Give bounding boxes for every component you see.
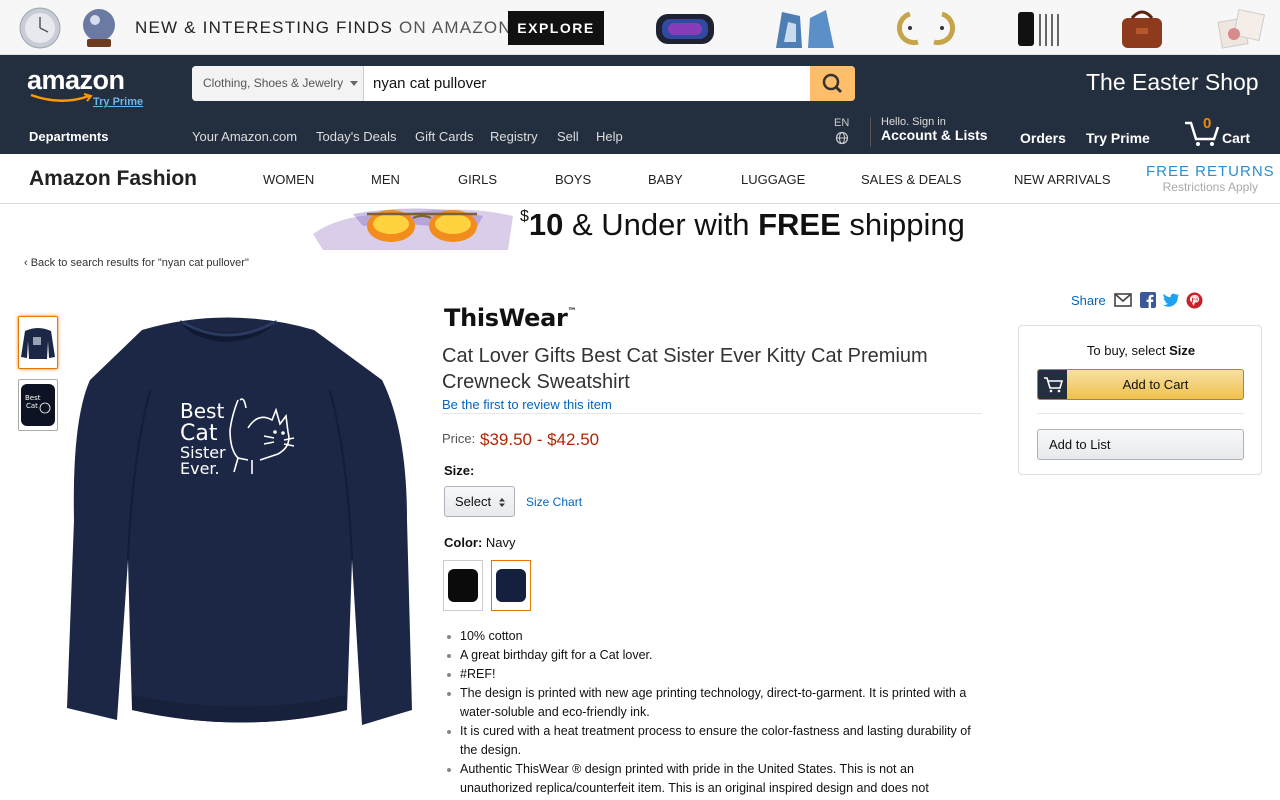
- easter-shop-banner[interactable]: The Easter Shop: [1086, 69, 1259, 96]
- fashion-link-boys[interactable]: BOYS: [555, 172, 591, 187]
- promo-tagline: NEW & INTERESTING FINDS ON AMAZON: [135, 18, 512, 37]
- feature-bullet: Authentic ThisWear ® design printed with…: [446, 760, 976, 798]
- cart-button[interactable]: 0 Cart: [1184, 115, 1254, 149]
- nav-link-registry[interactable]: Registry: [490, 129, 538, 144]
- fashion-link-sales-deals[interactable]: SALES & DEALS: [861, 172, 961, 187]
- cart-label: Cart: [1222, 130, 1251, 146]
- deal-banner-text: $10 & Under with FREE shipping: [520, 207, 965, 242]
- size-chart-link[interactable]: Size Chart: [526, 495, 582, 509]
- nav-link-todays-deals[interactable]: Today's Deals: [316, 129, 397, 144]
- globe-icon: [835, 131, 848, 145]
- email-icon[interactable]: [1114, 293, 1132, 307]
- share-link[interactable]: Share: [1071, 293, 1106, 308]
- first-review-link[interactable]: Be the first to review this item: [442, 397, 612, 412]
- pinterest-icon[interactable]: [1186, 292, 1203, 309]
- nav-link-gift-cards[interactable]: Gift Cards: [415, 129, 474, 144]
- account-lists-label: Account & Lists: [881, 127, 988, 143]
- orders-link[interactable]: Orders: [1020, 130, 1066, 146]
- fashion-link-men[interactable]: MEN: [371, 172, 400, 187]
- free-returns-badge[interactable]: FREE RETURNS Restrictions Apply: [1146, 163, 1274, 194]
- fashion-link-women[interactable]: WOMEN: [263, 172, 314, 187]
- feature-bullet: The design is printed with new age print…: [446, 684, 976, 722]
- sunglasses-banner-image: [313, 208, 513, 250]
- snow-globe-thumbnail[interactable]: [77, 6, 121, 50]
- ten-and-under-banner[interactable]: $10 & Under with FREE shipping: [313, 204, 965, 252]
- smile-arrow-icon: [30, 93, 93, 102]
- color-swatch-navy[interactable]: [491, 560, 531, 611]
- product-thumbnail-1[interactable]: [18, 316, 58, 369]
- add-to-list-button[interactable]: Add to List: [1037, 429, 1244, 460]
- price-value: $39.50 - $42.50: [480, 430, 600, 449]
- speaker-thumbnail[interactable]: [654, 6, 716, 50]
- twitter-icon[interactable]: [1162, 292, 1180, 308]
- nav-link-help[interactable]: Help: [596, 129, 623, 144]
- feature-bullets: 10% cotton A great birthday gift for a C…: [446, 627, 976, 798]
- buy-box: To buy, select Size Add to Cart Add to L…: [1018, 325, 1262, 475]
- globe-clock-thumbnail[interactable]: [18, 6, 62, 50]
- language-selector[interactable]: EN: [834, 117, 849, 148]
- tool-kit-thumbnail[interactable]: [1014, 6, 1070, 50]
- select-arrows-icon: [499, 498, 505, 507]
- explore-button[interactable]: EXPLORE: [508, 11, 604, 45]
- fashion-link-luggage[interactable]: LUGGAGE: [741, 172, 805, 187]
- size-select-dropdown[interactable]: Select: [444, 486, 515, 517]
- search-submit-button[interactable]: [810, 66, 855, 101]
- search-bar: Clothing, Shoes & Jewelry: [192, 66, 855, 101]
- nav-link-sell[interactable]: Sell: [557, 129, 579, 144]
- caret-down-icon: [350, 81, 359, 87]
- buy-box-divider: [1037, 413, 1244, 414]
- add-to-cart-button[interactable]: Add to Cart: [1037, 369, 1244, 400]
- fashion-subnav: Amazon Fashion WOMEN MEN GIRLS BOYS BABY…: [0, 154, 1280, 204]
- leather-bag-thumbnail[interactable]: [1118, 6, 1166, 50]
- departments-menu[interactable]: Departments: [29, 129, 108, 144]
- search-category-dropdown[interactable]: Clothing, Shoes & Jewelry: [192, 66, 364, 101]
- color-swatch-black[interactable]: [443, 560, 483, 611]
- cart-count: 0: [1203, 115, 1212, 132]
- earrings-thumbnail[interactable]: [888, 6, 964, 50]
- feature-bullet: 10% cotton: [446, 627, 976, 646]
- main-product-image[interactable]: Best Cat Sister Ever.: [62, 300, 422, 740]
- buy-hint: To buy, select Size: [1086, 343, 1196, 358]
- coasters-thumbnail[interactable]: [1216, 6, 1266, 50]
- product-title: Cat Lover Gifts Best Cat Sister Ever Kit…: [442, 345, 928, 393]
- price-label: Price:: [442, 431, 476, 446]
- fashion-link-girls[interactable]: GIRLS: [458, 172, 497, 187]
- account-lists-menu[interactable]: Hello. Sign in Account & Lists: [881, 116, 988, 143]
- amazon-fashion-title[interactable]: Amazon Fashion: [29, 167, 197, 191]
- crystal-bookends-thumbnail[interactable]: [770, 6, 840, 50]
- cart-button-icon: [1038, 370, 1067, 399]
- brand-logo[interactable]: ThisWear™: [444, 304, 576, 332]
- search-input[interactable]: [364, 66, 810, 101]
- svg-text:Best: Best: [25, 394, 41, 402]
- feature-bullet: #REF!: [446, 665, 976, 684]
- search-icon: [822, 73, 842, 93]
- facebook-icon[interactable]: [1140, 292, 1156, 308]
- nav-link-your-amazon[interactable]: Your Amazon.com: [192, 129, 297, 144]
- try-prime-link[interactable]: Try Prime: [1086, 130, 1150, 146]
- navy-sweatshirt-image: Best Cat Sister Ever.: [67, 317, 412, 725]
- print-line-4: Ever.: [180, 459, 220, 478]
- fashion-link-new-arrivals[interactable]: NEW ARRIVALS: [1014, 172, 1111, 187]
- add-to-cart-label: Add to Cart: [1122, 377, 1189, 392]
- feature-bullet: A great birthday gift for a Cat lover.: [446, 646, 976, 665]
- product-thumbnail-2[interactable]: Best Cat: [18, 379, 58, 431]
- feature-bullet: It is cured with a heat treatment proces…: [446, 722, 976, 760]
- color-label: Color: Navy: [444, 535, 516, 550]
- print-line-1: Best: [180, 399, 224, 423]
- top-navigation: amazon Try Prime Clothing, Shoes & Jewel…: [0, 55, 1280, 154]
- svg-text:Cat: Cat: [26, 402, 38, 410]
- back-to-results-link[interactable]: ‹ Back to search results for "nyan cat p…: [24, 257, 249, 269]
- add-cart-icon: [1044, 377, 1064, 393]
- try-prime-logo-link[interactable]: Try Prime: [93, 96, 143, 108]
- size-label: Size:: [444, 463, 475, 478]
- design-closeup-thumbnail-icon: Best Cat: [21, 384, 55, 426]
- title-divider: [442, 413, 982, 414]
- cart-icon: [1185, 121, 1220, 146]
- share-icons: [1114, 292, 1206, 310]
- promo-strip[interactable]: NEW & INTERESTING FINDS ON AMAZON EXPLOR…: [0, 0, 1280, 55]
- fashion-link-baby[interactable]: BABY: [648, 172, 683, 187]
- nav-divider: [870, 117, 871, 147]
- amazon-logo[interactable]: amazon Try Prime: [27, 65, 157, 108]
- sweatshirt-thumbnail-icon: [21, 328, 55, 359]
